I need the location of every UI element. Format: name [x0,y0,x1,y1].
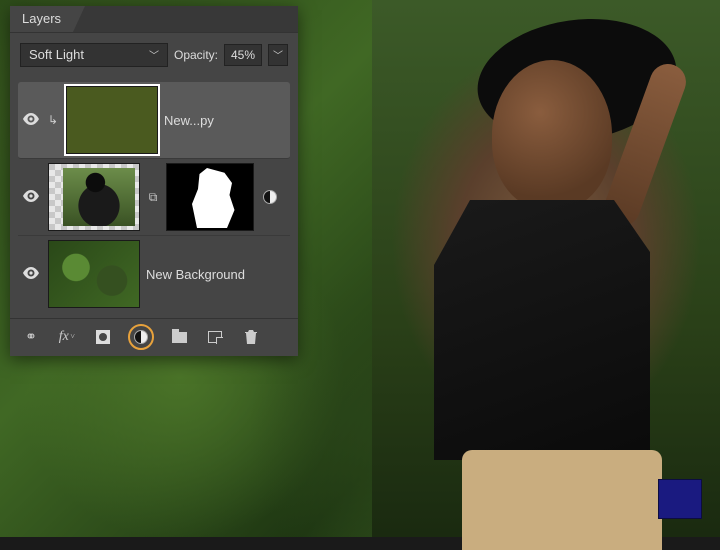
layer-thumb-group: ⧉ [48,163,254,231]
adjustment-icon [134,330,148,344]
layer-row[interactable]: New Background [18,236,290,312]
layer-row[interactable]: ↳ New...py [18,82,290,159]
blend-mode-value: Soft Light [29,47,84,62]
link-layers-button[interactable]: ⚭ [20,326,42,348]
layer-mask-thumbnail[interactable] [166,163,254,231]
delete-layer-button[interactable] [240,326,262,348]
blend-opacity-row: Soft Light ﹀ Opacity: 45% ﹀ [10,32,298,76]
fx-button[interactable]: fx ˅ [56,326,78,348]
trash-icon [244,329,258,345]
visibility-toggle[interactable] [20,267,42,282]
subject-torso [422,200,662,460]
panel-tab-row: Layers [10,6,298,32]
eye-icon [23,267,39,282]
link-icon[interactable]: ⧉ [146,190,160,205]
visibility-toggle[interactable] [20,113,42,128]
opacity-value: 45% [231,48,255,62]
opacity-stepper[interactable]: ﹀ [268,44,288,66]
subject-waist [462,450,662,550]
opacity-label: Opacity: [174,48,218,62]
layer-name[interactable]: New Background [146,267,288,282]
subject-head [492,60,612,210]
tab-layers-label: Layers [22,11,61,26]
layer-thumbnail[interactable] [66,86,158,154]
layers-list: ↳ New...py ⧉ [10,76,298,318]
layers-panel: Layers Soft Light ﹀ Opacity: 45% ﹀ ↳ [10,6,298,356]
layers-panel-toolbar: ⚭ fx ˅ [10,318,298,356]
folder-icon [172,332,187,343]
fx-icon: fx [59,329,69,345]
blend-mode-select[interactable]: Soft Light ﹀ [20,43,168,67]
layer-row[interactable]: ⧉ [18,159,290,236]
layer-thumb-group [48,240,140,308]
chevron-down-icon: ﹀ [273,47,283,62]
chevron-down-icon: ˅ [70,332,75,341]
mask-icon [96,330,110,344]
new-adjustment-layer-button[interactable] [128,324,154,350]
new-layer-button[interactable] [204,326,226,348]
visibility-toggle[interactable] [20,190,42,205]
layer-name[interactable]: New...py [164,113,288,128]
tab-layers[interactable]: Layers [10,6,73,32]
layer-thumbnail[interactable] [48,163,140,231]
color-swatch[interactable] [658,479,702,519]
link-icon: ⚭ [25,328,37,345]
add-mask-button[interactable] [92,326,114,348]
new-layer-icon [208,331,222,343]
adjustment-icon [260,187,280,207]
new-group-button[interactable] [168,326,190,348]
layer-thumb-group [66,86,158,154]
chevron-down-icon: ﹀ [149,47,159,62]
clip-arrow-icon: ↳ [48,113,60,127]
canvas-photo-preview[interactable] [372,0,720,537]
eye-icon [23,113,39,128]
eye-icon [23,190,39,205]
opacity-value-field[interactable]: 45% [224,44,262,66]
layer-thumbnail[interactable] [48,240,140,308]
